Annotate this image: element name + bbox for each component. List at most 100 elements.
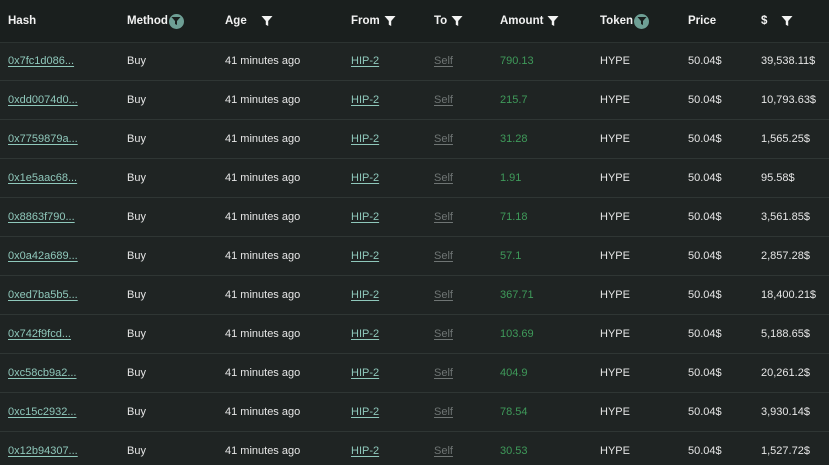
from-column-cell: HIP-2 [351, 198, 379, 236]
token-cell: HYPE [600, 133, 630, 145]
price-column-cell: 50.04$ [688, 354, 722, 392]
transactions-table: Hash Method Age From To Amount Token Pri… [0, 0, 829, 465]
amount-column-cell: 404.9 [500, 354, 528, 392]
to-link[interactable]: Self [434, 367, 453, 379]
hash-link[interactable]: 0x0a42a689... [8, 250, 78, 262]
to-link[interactable]: Self [434, 445, 453, 457]
token-column-cell: HYPE [600, 354, 630, 392]
age-column-cell: 41 minutes ago [225, 237, 300, 275]
hash-column-cell: 0xc15c2932... [8, 393, 77, 431]
column-label-hash: Hash [8, 15, 37, 27]
amount-cell: 30.53 [500, 445, 528, 457]
usd-value-cell: 3,561.85$ [761, 211, 810, 223]
from-column-cell: HIP-2 [351, 315, 379, 353]
amount-column-cell: 1.91 [500, 159, 521, 197]
hash-link[interactable]: 0x7fc1d086... [8, 55, 74, 67]
column-header-hash: Hash [8, 0, 36, 42]
to-column-cell: Self [434, 198, 453, 236]
to-link[interactable]: Self [434, 55, 453, 67]
hash-column-cell: 0xdd0074d0... [8, 81, 78, 119]
token-cell: HYPE [600, 94, 630, 106]
from-link[interactable]: HIP-2 [351, 445, 379, 457]
age-filter-icon[interactable] [261, 15, 273, 27]
from-link[interactable]: HIP-2 [351, 250, 379, 262]
usd-value-column-cell: 18,400.21$ [761, 276, 816, 314]
amount-cell: 103.69 [500, 328, 534, 340]
amount-column-cell: 790.13 [500, 42, 534, 80]
column-header-usd: $ [761, 0, 793, 42]
from-link[interactable]: HIP-2 [351, 55, 379, 67]
price-column-cell: 50.04$ [688, 198, 722, 236]
usd-value-cell: 20,261.2$ [761, 367, 810, 379]
to-link[interactable]: Self [434, 133, 453, 145]
amount-column-cell: 215.7 [500, 81, 528, 119]
to-link[interactable]: Self [434, 289, 453, 301]
method-column-cell: Buy [127, 393, 146, 431]
token-filter-icon[interactable] [634, 13, 650, 29]
from-link[interactable]: HIP-2 [351, 172, 379, 184]
to-link[interactable]: Self [434, 172, 453, 184]
from-column-cell: HIP-2 [351, 354, 379, 392]
price-column-cell: 50.04$ [688, 315, 722, 353]
hash-column-cell: 0x1e5aac68... [8, 159, 77, 197]
to-link[interactable]: Self [434, 94, 453, 106]
hash-link[interactable]: 0xed7ba5b5... [8, 289, 78, 301]
method-cell: Buy [127, 250, 146, 262]
to-filter-icon[interactable] [451, 15, 463, 27]
hash-link[interactable]: 0x8863f790... [8, 211, 75, 223]
hash-column-cell: 0x7fc1d086... [8, 42, 74, 80]
column-header-token: Token [600, 0, 650, 42]
hash-link[interactable]: 0xc15c2932... [8, 406, 77, 418]
to-link[interactable]: Self [434, 211, 453, 223]
price-cell: 50.04$ [688, 367, 722, 379]
from-column-cell: HIP-2 [351, 42, 379, 80]
usd-value-cell: 2,857.28$ [761, 250, 810, 262]
column-header-price: Price [688, 0, 716, 42]
age-cell: 41 minutes ago [225, 211, 301, 223]
method-cell: Buy [127, 55, 146, 67]
amount-filter-icon[interactable] [547, 15, 559, 27]
usd-value-cell: 18,400.21$ [761, 289, 817, 301]
to-column-cell: Self [434, 315, 453, 353]
token-cell: HYPE [600, 328, 630, 340]
from-link[interactable]: HIP-2 [351, 211, 379, 223]
method-column-cell: Buy [127, 432, 146, 465]
hash-link[interactable]: 0xc58cb9a2... [8, 367, 77, 379]
hash-column-cell: 0x12b94307... [8, 432, 78, 465]
from-column-cell: HIP-2 [351, 237, 379, 275]
to-link[interactable]: Self [434, 250, 453, 262]
column-header-to: To [434, 0, 463, 42]
age-column-cell: 41 minutes ago [225, 276, 300, 314]
from-link[interactable]: HIP-2 [351, 289, 379, 301]
usd-value-column-cell: 3,930.14$ [761, 393, 810, 431]
hash-link[interactable]: 0x742f9fcd... [8, 328, 71, 340]
hash-column-cell: 0xed7ba5b5... [8, 276, 78, 314]
hash-link[interactable]: 0x12b94307... [8, 445, 78, 457]
from-link[interactable]: HIP-2 [351, 406, 379, 418]
from-filter-icon[interactable] [384, 15, 396, 27]
price-cell: 50.04$ [688, 172, 722, 184]
amount-cell: 404.9 [500, 367, 528, 379]
table-row: 0x8863f790... Buy 41 minutes ago HIP-2 Self 7… [0, 198, 829, 237]
from-link[interactable]: HIP-2 [351, 133, 379, 145]
hash-link[interactable]: 0x1e5aac68... [8, 172, 77, 184]
age-cell: 41 minutes ago [225, 289, 301, 301]
table-header: Hash Method Age From To Amount Token Pri… [0, 0, 829, 43]
to-column-cell: Self [434, 81, 453, 119]
amount-cell: 31.28 [500, 133, 528, 145]
age-column-cell: 41 minutes ago [225, 354, 300, 392]
to-link[interactable]: Self [434, 406, 453, 418]
from-link[interactable]: HIP-2 [351, 328, 379, 340]
price-cell: 50.04$ [688, 133, 722, 145]
from-column-cell: HIP-2 [351, 393, 379, 431]
hash-link[interactable]: 0x7759879a... [8, 133, 78, 145]
method-filter-icon[interactable] [168, 13, 184, 29]
from-link[interactable]: HIP-2 [351, 367, 379, 379]
from-link[interactable]: HIP-2 [351, 94, 379, 106]
usd-filter-icon[interactable] [781, 15, 793, 27]
age-column-cell: 41 minutes ago [225, 120, 300, 158]
method-cell: Buy [127, 367, 146, 379]
price-column-cell: 50.04$ [688, 120, 722, 158]
hash-link[interactable]: 0xdd0074d0... [8, 94, 78, 106]
to-link[interactable]: Self [434, 328, 453, 340]
